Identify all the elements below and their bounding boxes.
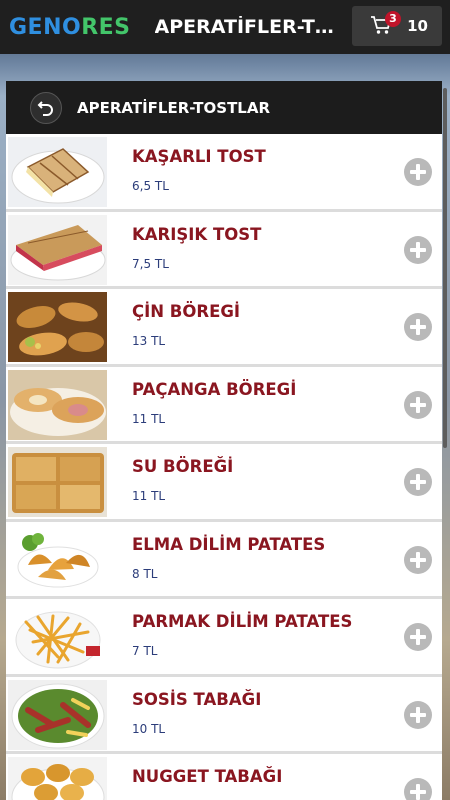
add-icon[interactable] (404, 468, 432, 496)
item-price: 7 TL (132, 644, 158, 658)
add-icon[interactable] (404, 778, 432, 800)
add-icon[interactable] (404, 158, 432, 186)
cart-total: 10 (407, 17, 428, 35)
item-name: NUGGET TABAĞI (132, 767, 283, 786)
list-item[interactable]: PAÇANGA BÖREGİ 11 TL (6, 366, 442, 444)
item-price: 7,5 TL (132, 256, 169, 271)
list-item[interactable]: SOSİS TABAĞI 10 TL (6, 676, 442, 754)
item-image-cin-boregi (8, 292, 107, 362)
item-price: 6,5 TL (132, 179, 169, 193)
list-item[interactable]: NUGGET TABAĞI (6, 754, 442, 800)
panel-header: APERATİFLER-TOSTLAR (6, 81, 442, 134)
item-price: 10 TL (132, 721, 166, 736)
item-image-parmak-dilim-patates (8, 602, 107, 672)
cart-button[interactable]: 3 10 (352, 6, 442, 46)
category-title: APERATİFLER-TOSTLAR (77, 98, 271, 117)
item-image-nugget-tabagi (8, 757, 107, 800)
list-item[interactable]: KAŞARLI TOST 6,5 TL (6, 134, 442, 212)
item-image-sosis-tabagi (8, 679, 107, 750)
app-logo[interactable]: GENORES (9, 15, 131, 40)
item-name: KARIŞIK TOST (132, 224, 262, 244)
list-item[interactable]: KARIŞIK TOST 7,5 TL (6, 211, 442, 289)
add-icon[interactable] (404, 313, 432, 341)
item-price: 11 TL (132, 411, 166, 426)
item-name: SU BÖREĞİ (132, 457, 234, 476)
cart-count-badge: 3 (385, 11, 401, 27)
list-item[interactable]: ÇİN BÖREGİ 13 TL (6, 289, 442, 367)
item-image-elma-dilim-patates (8, 524, 107, 595)
scrollbar[interactable] (443, 88, 447, 448)
add-icon[interactable] (404, 700, 432, 729)
logo-text-res: RES (81, 14, 131, 40)
logo-text-geno: GENO (9, 14, 82, 40)
item-price: 11 TL (132, 489, 166, 503)
list-item[interactable]: PARMAK DİLİM PATATES 7 TL (6, 599, 442, 677)
item-name: PARMAK DİLİM PATATES (132, 612, 353, 631)
list-item[interactable]: SU BÖREĞİ 11 TL (6, 444, 442, 522)
page-title: APERATİFLER-TOSTLAR (154, 16, 341, 38)
add-icon[interactable] (404, 235, 432, 264)
item-name: SOSİS TABAĞI (132, 689, 262, 709)
top-bar: GENORES APERATİFLER-TOSTLAR 3 10 (0, 0, 450, 54)
menu-panel: APERATİFLER-TOSTLAR KAŞARLI TOST 6,5 TL (6, 81, 442, 800)
back-button[interactable] (30, 91, 62, 124)
item-name: KAŞARLI TOST (132, 147, 266, 166)
item-name: PAÇANGA BÖREGİ (132, 379, 297, 399)
back-arrow-icon (37, 100, 53, 116)
item-name: ÇİN BÖREGİ (132, 302, 241, 321)
item-price: 8 TL (132, 566, 158, 581)
item-image-su-boregi (8, 447, 107, 517)
item-image-karisik-tost (8, 214, 107, 285)
list-item[interactable]: ELMA DİLİM PATATES 8 TL (6, 521, 442, 599)
item-price: 13 TL (132, 334, 166, 348)
add-icon[interactable] (404, 623, 432, 651)
item-image-kasarli-tost (8, 137, 107, 207)
add-icon[interactable] (404, 390, 432, 419)
add-icon[interactable] (404, 545, 432, 574)
item-name: ELMA DİLİM PATATES (132, 534, 326, 554)
item-image-pacanga-boregi (8, 369, 107, 440)
